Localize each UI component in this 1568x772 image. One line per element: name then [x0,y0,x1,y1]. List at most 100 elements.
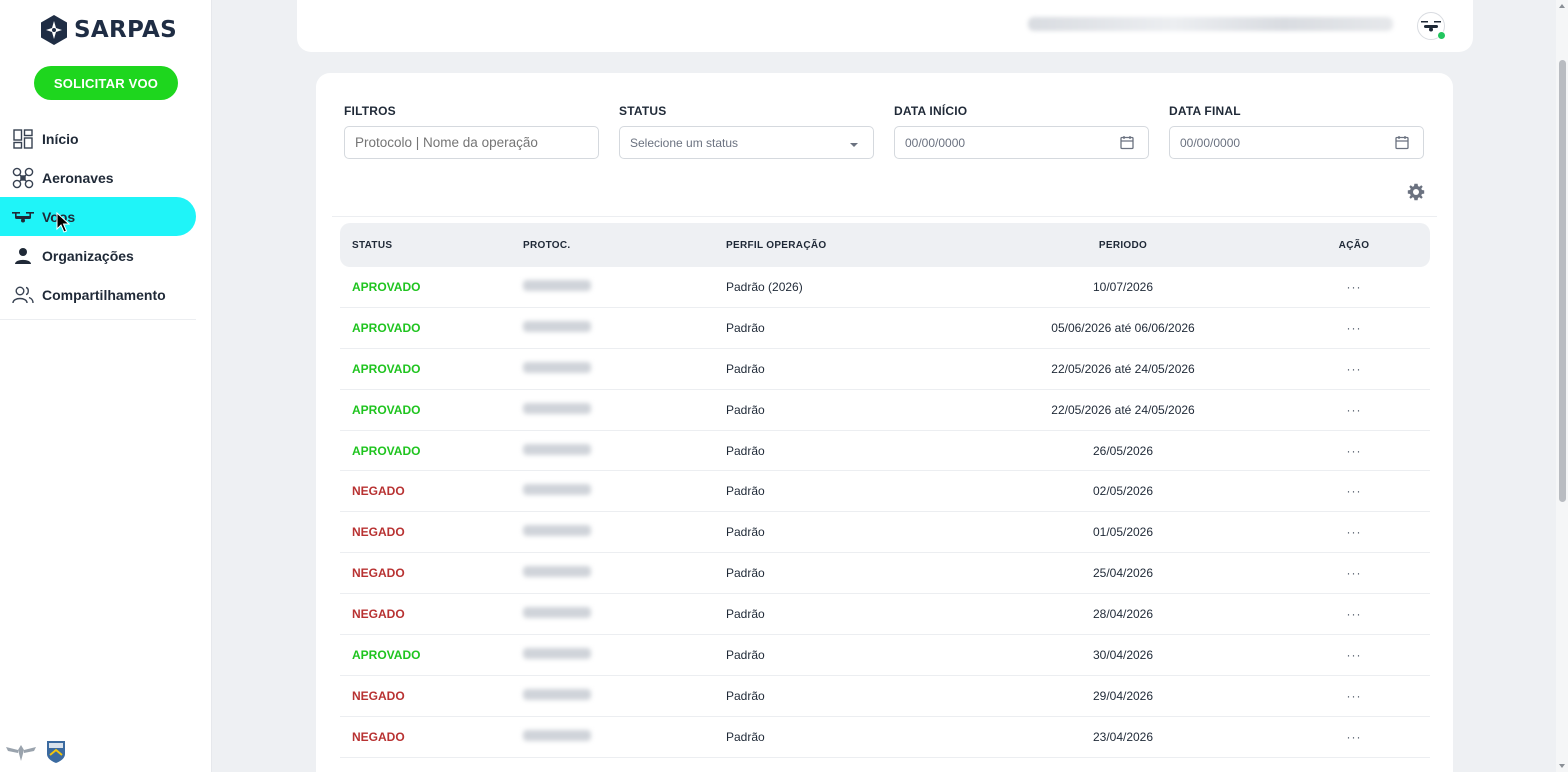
protocol-cell [523,729,726,744]
period-cell: 02/05/2026 [1092,484,1154,499]
user-info-redacted [1028,17,1393,31]
row-actions-button[interactable]: ··· [1290,484,1430,498]
table-header: STATUS PROTOC. PERFIL OPERAÇÃO PERIODO A… [340,223,1430,267]
status-select-value: Selecione um status [630,135,739,150]
row-actions-button[interactable]: ··· [1290,403,1430,417]
table-row[interactable]: NEGADO Padrão 29/04/2026 ··· [340,676,1430,717]
request-flight-button[interactable]: SOLICITAR VOO [34,66,178,100]
period-cell: 30/04/2026 [1092,647,1154,662]
sidebar-item-aeronaves[interactable]: Aeronaves [0,158,212,197]
protocol-cell [523,443,726,458]
period-cell: 05/06/2026 até 06/06/2026 [1051,320,1195,335]
mouse-cursor-icon [56,212,70,233]
search-input[interactable] [344,126,599,159]
start-date-field[interactable]: 00/00/0000 [894,126,1149,159]
sidebar-item-voos[interactable]: Voos [0,197,196,236]
flights-table: STATUS PROTOC. PERFIL OPERAÇÃO PERIODO A… [332,171,1437,758]
row-actions-button[interactable]: ··· [1290,525,1430,539]
top-header [297,0,1473,52]
status-badge: APROVADO [352,279,421,294]
more-options-icon: ··· [1346,607,1362,622]
row-actions-button[interactable]: ··· [1290,648,1430,662]
protocol-cell [523,320,726,335]
row-actions-button[interactable]: ··· [1290,607,1430,621]
more-options-icon: ··· [1346,647,1362,662]
filter-label: DATA INÍCIO [894,104,968,118]
table-row[interactable]: APROVADO Padrão (2026) 10/07/2026 ··· [340,267,1430,308]
row-actions-button[interactable]: ··· [1290,566,1430,580]
protocol-cell [523,525,726,539]
protocol-cell [523,279,726,294]
protocol-redacted [523,607,591,619]
table-row[interactable]: APROVADO Padrão 22/05/2026 até 24/05/2026 ·… [340,390,1430,431]
protocol-redacted [523,566,591,578]
table-row[interactable]: APROVADO Padrão 22/05/2026 até 24/05/2026 ·… [340,349,1430,390]
profile-cell: Padrão [726,402,765,417]
table-row[interactable]: NEGADO Padrão 28/04/2026 ··· [340,594,1430,636]
more-options-icon: ··· [1346,729,1362,744]
table-row[interactable]: APROVADO Padrão 05/06/2026 até 06/06/2026 ·… [340,308,1430,349]
header-status[interactable]: STATUS [340,240,523,251]
flight-drone-icon [12,206,34,228]
sidebar-item-inicio[interactable]: Início [0,119,212,158]
table-row[interactable]: APROVADO Padrão 26/05/2026 ··· [340,431,1430,472]
sidebar-item-label: Organizações [42,247,134,264]
profile-cell: Padrão [726,361,765,376]
sidebar-item-label: Compartilhamento [42,286,166,303]
table-row[interactable]: APROVADO Padrão 30/04/2026 ··· [340,635,1430,676]
row-actions-button[interactable]: ··· [1290,280,1430,294]
status-badge: APROVADO [352,402,421,417]
protocol-redacted [523,729,591,741]
status-badge: APROVADO [352,443,421,458]
table-row[interactable]: NEGADO Padrão 23/04/2026 ··· [340,717,1430,758]
header-action: AÇÃO [1338,239,1370,251]
protocol-redacted [523,279,591,291]
end-date-field[interactable]: 00/00/0000 [1169,126,1424,159]
table-row[interactable]: NEGADO Padrão 02/05/2026 ··· [340,471,1430,513]
header-period[interactable]: PERIODO [956,240,1290,251]
calendar-icon[interactable] [1395,135,1409,150]
protocol-redacted [523,647,591,659]
table-row[interactable]: NEGADO Padrão 25/04/2026 ··· [340,553,1430,595]
row-actions-button[interactable]: ··· [1290,321,1430,335]
protocol-redacted [523,402,591,414]
user-avatar[interactable] [1417,12,1446,40]
filter-start-date: DATA INÍCIO 00/00/0000 [894,104,1149,159]
profile-cell: Padrão [726,443,765,458]
institution-badges [6,740,66,764]
sidebar-item-organizacoes[interactable]: Organizações [0,236,212,275]
status-badge: NEGADO [352,566,405,581]
person-icon [12,245,34,267]
flights-panel: FILTROS STATUS Selecione um status DATA … [316,73,1453,772]
scroll-up-arrow-icon[interactable] [1558,2,1566,10]
drone-icon [12,167,34,189]
period-cell: 29/04/2026 [1092,688,1154,703]
people-icon [12,284,34,306]
scrollbar-thumb[interactable] [1559,60,1566,502]
more-options-icon: ··· [1346,443,1362,458]
row-actions-button[interactable]: ··· [1290,730,1430,744]
filter-end-date: DATA FINAL 00/00/0000 [1169,104,1424,159]
status-badge: NEGADO [352,484,405,499]
status-select[interactable]: Selecione um status [619,126,874,159]
calendar-icon[interactable] [1120,135,1134,150]
header-protocol[interactable]: PROTOC. [523,240,726,251]
period-cell: 22/05/2026 até 24/05/2026 [1051,402,1195,417]
status-badge: NEGADO [352,607,405,622]
page-scrollbar[interactable] [1556,0,1568,772]
air-force-wings-icon [6,745,36,761]
protocol-cell [523,688,726,703]
row-actions-button[interactable]: ··· [1290,444,1430,458]
table-row[interactable]: NEGADO Padrão 01/05/2026 ··· [340,512,1430,554]
period-cell: 28/04/2026 [1092,607,1154,622]
header-profile[interactable]: PERFIL OPERAÇÃO [726,240,956,251]
row-actions-button[interactable]: ··· [1290,362,1430,376]
protocol-cell [523,566,726,580]
brand-logo[interactable]: SARPAS [40,14,177,46]
row-actions-button[interactable]: ··· [1290,689,1430,703]
filter-label: FILTROS [344,104,396,118]
period-cell: 25/04/2026 [1092,566,1154,581]
scroll-down-arrow-icon[interactable] [1558,762,1566,770]
sidebar-item-compartilhamento[interactable]: Compartilhamento [0,275,212,314]
gear-icon[interactable] [1407,183,1425,201]
